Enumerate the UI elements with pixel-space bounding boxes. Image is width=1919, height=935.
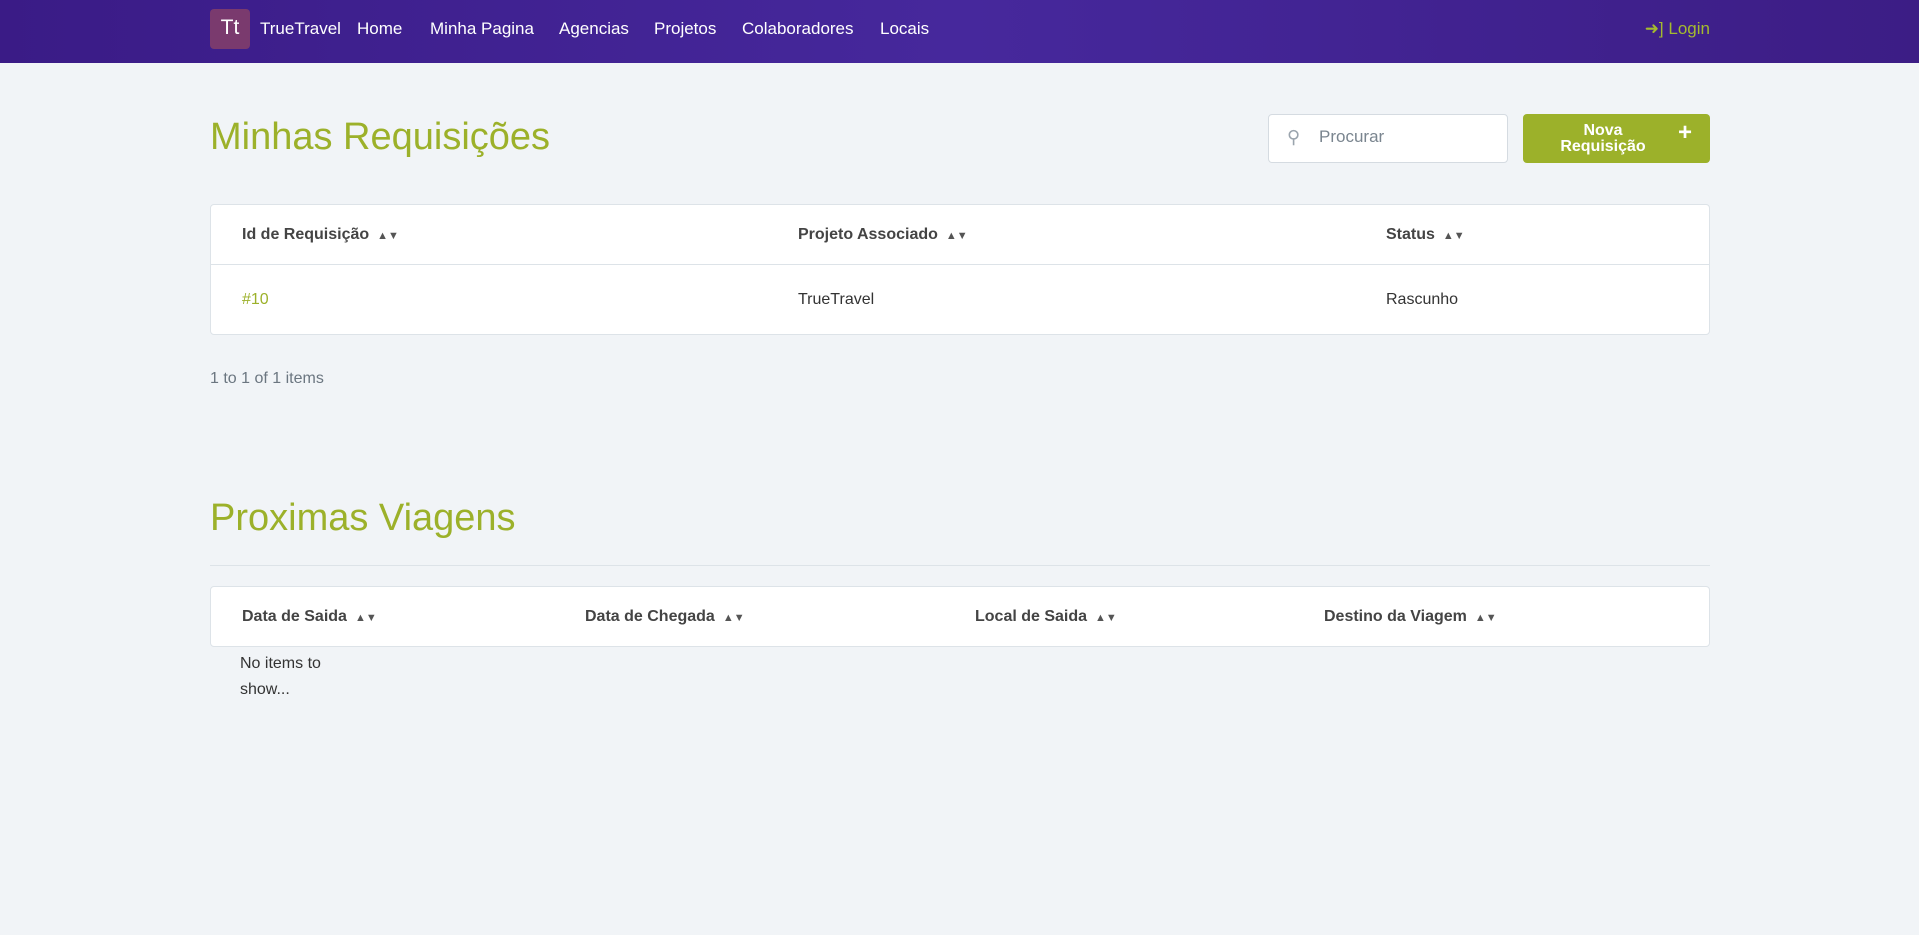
sort-icon: ▲▼ xyxy=(1442,230,1465,242)
plus-icon: + xyxy=(1677,119,1692,146)
request-projeto: TrueTravel xyxy=(798,291,875,308)
request-id-link[interactable]: #10 xyxy=(242,291,269,309)
nav-locais[interactable]: Locais xyxy=(880,19,929,39)
sort-icon: ▲▼ xyxy=(377,230,399,242)
trips-table: Data de Saida ▲▼ Data de Chegada ▲▼ Local … xyxy=(210,586,1710,647)
page-title: Minhas Requisições xyxy=(210,116,551,158)
login-label: Login xyxy=(1668,19,1710,38)
divider xyxy=(210,565,1710,566)
new-request-label: Nova Requisição xyxy=(1560,122,1646,155)
nav-home[interactable]: Home xyxy=(357,19,402,39)
nav-minha-pagina[interactable]: Minha Pagina xyxy=(430,19,534,39)
nav-colaboradores[interactable]: Colaboradores xyxy=(742,19,854,39)
requests-table: Id de Requisição ▲▼ Projeto Associado ▲▼ S… xyxy=(210,204,1710,335)
search-input[interactable] xyxy=(1319,127,1499,147)
column-header-label: Data de Saida xyxy=(242,608,347,625)
nav-agencias[interactable]: Agencias xyxy=(559,19,629,39)
column-header-status[interactable]: Status ▲▼ xyxy=(1386,226,1465,244)
login-link[interactable]: ➜] Login xyxy=(1645,19,1710,39)
column-header-label: Local de Saida xyxy=(975,608,1088,625)
section-title: Proximas Viagens xyxy=(210,497,516,539)
empty-message: No items to show... xyxy=(240,655,321,698)
column-header-destino[interactable]: Destino da Viagem ▲▼ xyxy=(1324,608,1497,626)
sort-icon: ▲▼ xyxy=(722,612,745,624)
sort-icon: ▲▼ xyxy=(1095,612,1117,624)
pagination-info: 1 to 1 of 1 items xyxy=(210,370,324,387)
column-header-data-saida[interactable]: Data de Saida ▲▼ xyxy=(242,608,377,626)
column-header-label: Id de Requisição xyxy=(242,226,370,243)
logo[interactable]: Tt xyxy=(210,9,250,49)
header-divider xyxy=(211,264,1709,265)
sort-icon: ▲▼ xyxy=(1474,612,1497,624)
column-header-id[interactable]: Id de Requisição ▲▼ xyxy=(242,226,399,244)
search-icon: ⚲ xyxy=(1287,127,1301,147)
column-header-data-chegada[interactable]: Data de Chegada ▲▼ xyxy=(585,608,745,626)
new-request-button[interactable]: Nova Requisição + xyxy=(1523,114,1710,163)
column-header-label: Data de Chegada xyxy=(585,608,715,625)
column-header-local-saida[interactable]: Local de Saida ▲▼ xyxy=(975,608,1117,626)
column-header-projeto[interactable]: Projeto Associado ▲▼ xyxy=(798,226,968,244)
request-status: Rascunho xyxy=(1386,291,1459,308)
sort-icon: ▲▼ xyxy=(354,612,377,624)
top-navbar: Tt TrueTravel Home Minha Pagina Agencias… xyxy=(0,0,1919,63)
nav-brand[interactable]: TrueTravel xyxy=(260,19,341,39)
column-header-label: Destino da Viagem xyxy=(1324,608,1467,625)
nav-projetos[interactable]: Projetos xyxy=(654,19,716,39)
sort-icon: ▲▼ xyxy=(945,230,968,242)
column-header-label: Projeto Associado xyxy=(798,226,938,243)
column-header-label: Status xyxy=(1386,226,1435,243)
search-box[interactable]: ⚲ xyxy=(1268,114,1508,163)
login-icon: ➜] xyxy=(1644,19,1664,38)
